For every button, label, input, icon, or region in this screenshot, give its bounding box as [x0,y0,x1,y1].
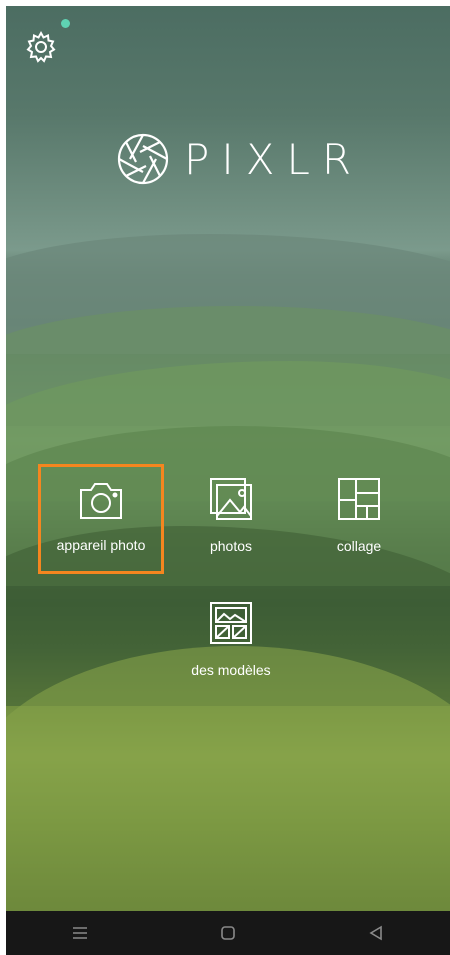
collage-icon [338,478,380,520]
collage-tile[interactable]: collage [296,464,422,574]
photos-tile-label: photos [209,538,253,554]
templates-tile-label: des modèles [191,662,271,678]
brand-name: PIXLR [184,134,364,184]
notification-dot [61,19,70,28]
home-screen: PIXLR appareil photo photos collage des … [6,6,450,911]
photos-tile[interactable]: photos [168,464,294,574]
photos-icon [210,478,252,520]
camera-tile-label: appareil photo [56,537,146,553]
system-nav-bar [6,911,450,955]
collage-tile-label: collage [336,538,382,554]
home-button[interactable] [198,913,258,953]
app-logo: PIXLR [116,132,363,186]
aperture-icon [117,133,169,185]
camera-icon [80,483,122,519]
back-button[interactable] [346,913,406,953]
camera-tile[interactable]: appareil photo [38,464,164,574]
home-icon [221,926,235,940]
settings-button[interactable] [24,30,58,64]
menu-button[interactable] [50,913,110,953]
templates-tile[interactable]: des modèles [168,588,294,698]
gear-icon [26,30,56,63]
back-icon [369,925,382,941]
templates-icon [210,602,252,644]
menu-icon [73,927,87,939]
